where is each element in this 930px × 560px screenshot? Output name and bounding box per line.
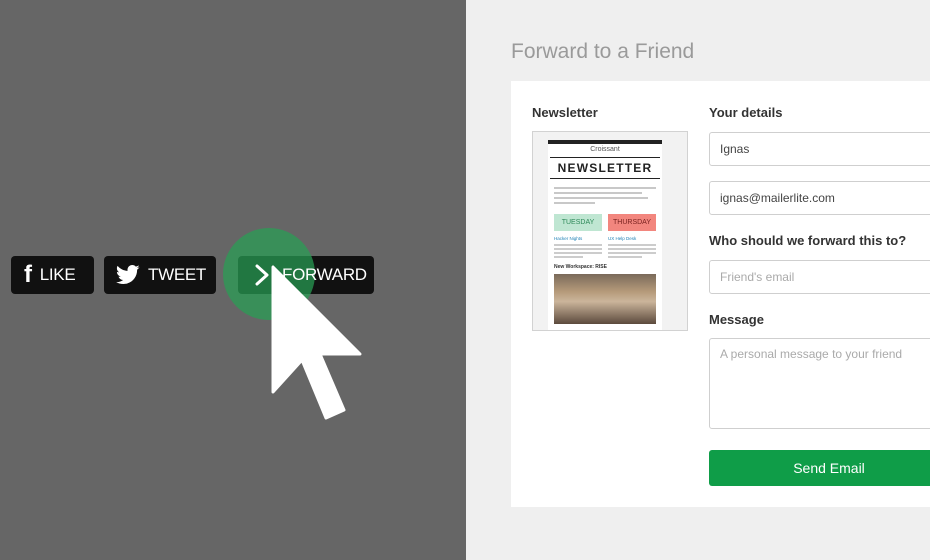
item-texts: [554, 244, 656, 258]
page-title: Forward to a Friend: [511, 40, 695, 63]
message-placeholder: A personal message to your friend: [720, 347, 903, 361]
item-left-title: Hacker Nights: [554, 236, 583, 241]
name-field[interactable]: Ignas: [709, 132, 930, 166]
like-label: LIKE: [39, 265, 76, 284]
forward-to-heading: Who should we forward this to?: [709, 233, 907, 248]
email-field[interactable]: ignas@mailerlite.com: [709, 181, 930, 215]
section-title: New Workspace: RISE: [554, 264, 607, 270]
masthead-bar: [548, 140, 662, 144]
masthead-title: NEWSLETTER: [550, 157, 660, 179]
like-button[interactable]: f LIKE: [11, 256, 94, 294]
forward-card: Newsletter Croissant NEWSLETTER TUESDAY …: [511, 81, 930, 507]
forward-form-panel: Forward to a Friend Newsletter Croissant…: [466, 0, 930, 560]
brand-name: Croissant: [590, 146, 620, 153]
friend-email-field[interactable]: Friend's email: [709, 260, 930, 294]
tweet-label: TWEET: [148, 265, 206, 284]
share-panel: f LIKE TWEET FORWARD: [0, 0, 466, 560]
your-details-heading: Your details: [709, 105, 783, 120]
item-right-title: UX Help Desk: [608, 236, 637, 241]
intro-text: [554, 187, 656, 204]
message-field[interactable]: A personal message to your friend: [709, 338, 930, 429]
message-heading: Message: [709, 312, 764, 327]
newsletter-thumbnail[interactable]: Croissant NEWSLETTER TUESDAY THURSDAY Ha…: [532, 131, 688, 331]
twitter-icon: [116, 265, 140, 284]
mouse-pointer-icon: [271, 265, 362, 420]
newsletter-heading: Newsletter: [532, 105, 598, 120]
newsletter-page: Croissant NEWSLETTER TUESDAY THURSDAY Ha…: [548, 140, 662, 330]
send-email-button[interactable]: Send Email: [709, 450, 930, 486]
workspace-photo: [554, 274, 656, 324]
tag-tuesday: TUESDAY: [554, 214, 602, 231]
tweet-button[interactable]: TWEET: [104, 256, 216, 294]
tag-thursday: THURSDAY: [608, 214, 656, 231]
facebook-icon: f: [24, 261, 32, 288]
